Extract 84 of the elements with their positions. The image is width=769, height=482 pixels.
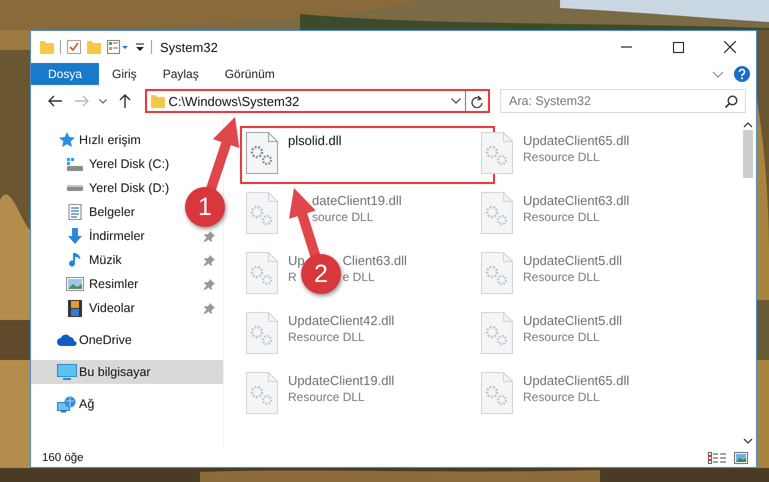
file-type: Resource DLL [523, 390, 600, 404]
close-icon[interactable] [724, 41, 736, 53]
scroll-down-icon[interactable] [742, 438, 752, 444]
ribbon-tab[interactable]: Dosya [31, 63, 100, 85]
settings-file-icon [246, 372, 278, 414]
settings-file-icon [246, 132, 278, 174]
file-type: R [288, 270, 297, 284]
file-name: UpdateClient42.dll [288, 313, 394, 328]
monitor-icon [57, 364, 77, 380]
document-icon [68, 204, 82, 220]
details-view-icon[interactable] [708, 452, 726, 464]
pin-icon[interactable] [204, 302, 215, 314]
landscape-photo-icon [66, 277, 84, 291]
download-arrow-icon [67, 228, 83, 244]
search-field[interactable]: Ara: System32 [500, 89, 746, 113]
file-type: e DLL [342, 270, 375, 284]
nav-item[interactable]: Bu bilgisayar [31, 360, 223, 384]
properties-icon[interactable] [107, 40, 129, 54]
file-name: UpdateClient19.dll [288, 373, 394, 388]
up-arrow-icon[interactable] [118, 94, 131, 108]
file-type: Resource DLL [288, 390, 365, 404]
file-type: Resource DLL [523, 210, 600, 224]
settings-file-icon [481, 372, 513, 414]
file-name: Client63.dll [342, 253, 407, 268]
nav-item[interactable]: Ağ [57, 392, 94, 416]
file-type: Resource DLL [523, 270, 600, 284]
file-name: UpdateClient5.dll [523, 253, 622, 268]
scroll-up-icon[interactable] [742, 122, 752, 128]
nav-item[interactable]: Belgeler [65, 200, 135, 224]
dropdown-caret-icon[interactable] [135, 43, 145, 51]
file-name: UpdateClient65.dll [523, 133, 630, 148]
cloud-icon [57, 334, 77, 346]
chevron-down-icon[interactable] [450, 98, 461, 104]
file-type: Resource DLL [523, 150, 600, 164]
minimize-icon[interactable] [620, 46, 632, 48]
thumbnails-view-icon[interactable] [734, 452, 748, 464]
nav-item[interactable]: Yerel Disk (C:) [65, 152, 170, 176]
folder-icon [150, 94, 165, 108]
file-type: Resource DLL [523, 330, 600, 344]
film-strip-icon [68, 300, 82, 316]
nav-item[interactable]: Yerel Disk (D:) [65, 176, 170, 200]
settings-file-icon [246, 252, 278, 294]
settings-file-icon [481, 252, 513, 294]
settings-file-icon [481, 192, 513, 234]
nav-item[interactable]: Hızlı erişim [57, 128, 141, 152]
settings-file-icon [481, 132, 513, 174]
file-item[interactable]: plsolid.dll [240, 126, 495, 184]
scrollbar-thumb[interactable] [742, 130, 752, 178]
file-name: plsolid.dll [288, 133, 342, 148]
nav-item[interactable]: Müzik [65, 248, 122, 272]
ribbon-tab[interactable]: Paylaş [150, 63, 212, 85]
ribbon-tab[interactable]: Giriş [99, 63, 150, 85]
settings-file-icon [246, 312, 278, 354]
file-name: dateClient19.dll [312, 193, 402, 208]
chevron-down-icon[interactable] [99, 98, 108, 104]
window-title: System32 [160, 40, 218, 54]
maximize-icon[interactable] [672, 42, 684, 52]
file-type: source DLL [312, 210, 374, 224]
file-name: UpdateClient63.dll [523, 193, 630, 208]
settings-file-icon [246, 192, 278, 234]
settings-file-icon [481, 312, 513, 354]
file-name: UpdateClient65.dll [523, 373, 630, 388]
pin-icon[interactable] [204, 254, 215, 266]
drive-icon [67, 185, 83, 191]
drive-icon [67, 158, 83, 170]
nav-item[interactable]: İndirmeler [65, 224, 145, 248]
nav-item[interactable]: OneDrive [57, 328, 132, 352]
network-globe-icon [57, 396, 77, 412]
file-name: UpdateClient5.dll [523, 313, 622, 328]
nav-item[interactable]: Videolar [65, 296, 135, 320]
ribbon-tab[interactable]: Görünüm [212, 63, 288, 85]
pin-icon[interactable] [204, 230, 215, 242]
refresh-icon[interactable] [470, 94, 483, 108]
search-icon[interactable] [724, 95, 738, 108]
back-arrow-icon[interactable] [48, 95, 62, 107]
nav-item[interactable]: Resimler [65, 272, 138, 296]
checklist-icon[interactable] [67, 40, 81, 54]
file-type: Resource DLL [288, 330, 365, 344]
address-field[interactable]: C:\Windows\System32 [144, 89, 490, 113]
star-icon [59, 132, 75, 148]
item-count: 160 öğe [42, 452, 84, 464]
pin-icon[interactable] [204, 278, 215, 290]
help-icon[interactable] [734, 66, 750, 82]
music-note-icon [69, 252, 81, 268]
